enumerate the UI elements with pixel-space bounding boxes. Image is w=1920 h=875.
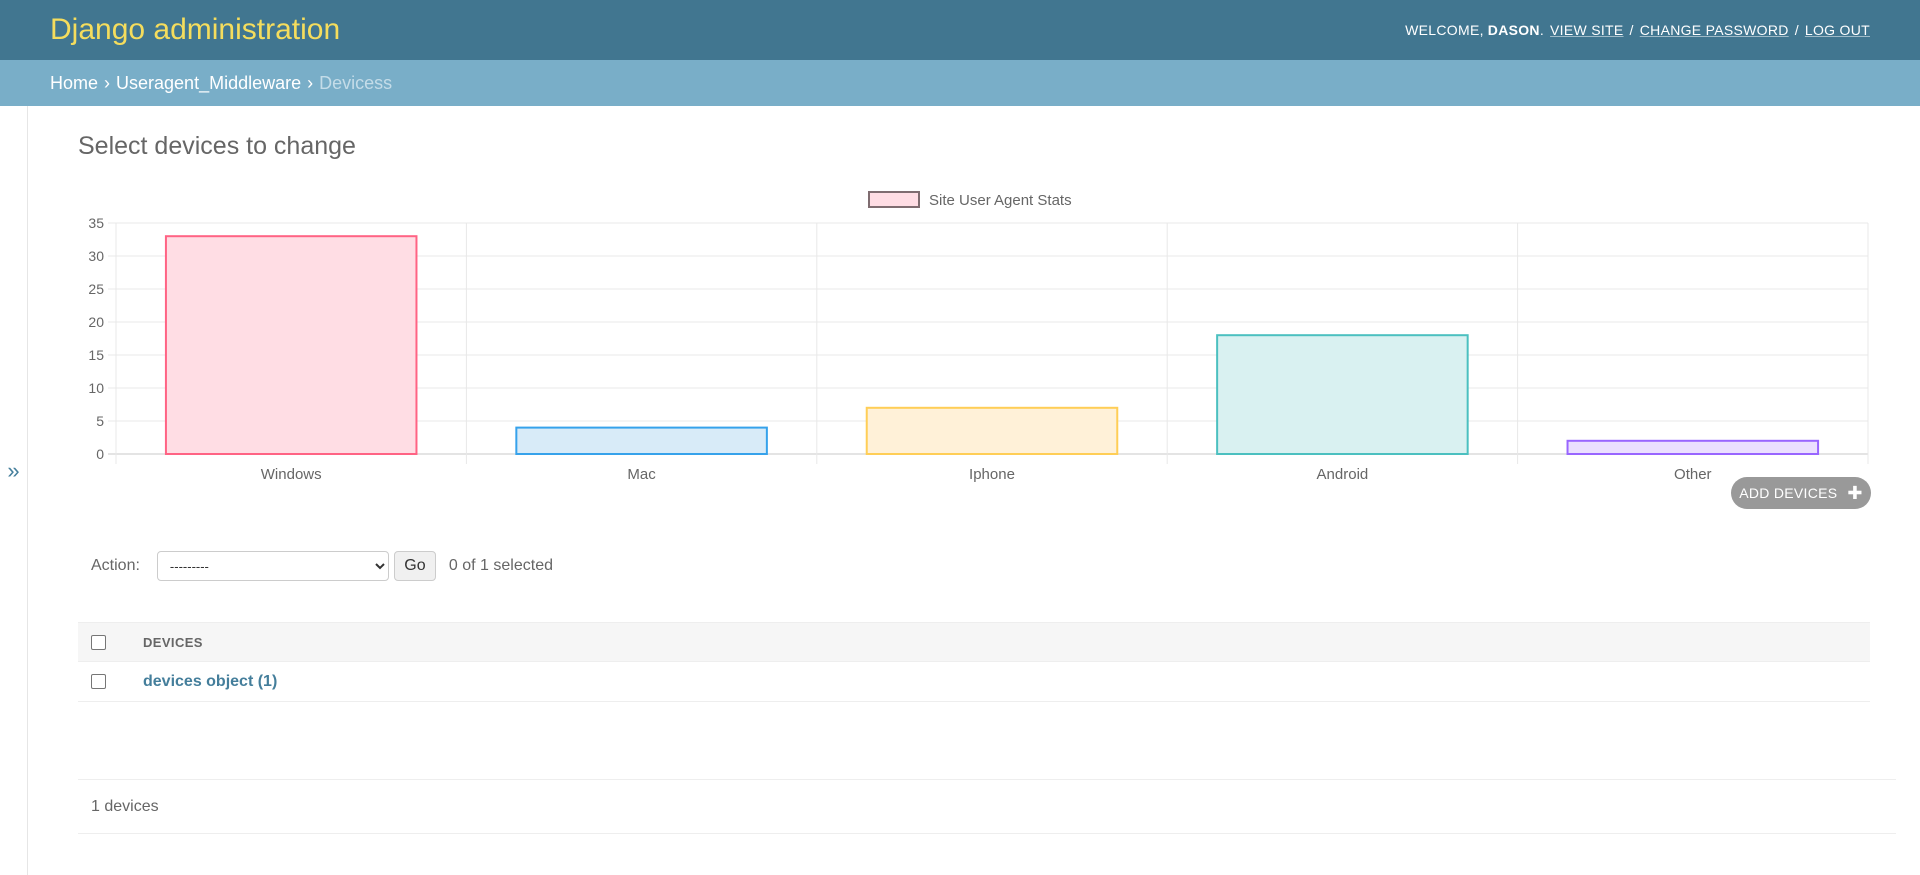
bar-android [1216,334,1469,455]
chart: 0 5 10 15 20 25 30 35 Windows Mac Iphone Android Oth… [78,186,1870,511]
y-tick-label: 15 [88,347,104,363]
log-out-link[interactable]: LOG OUT [1805,22,1870,38]
y-tick-label: 30 [88,248,104,264]
y-tick-label: 0 [96,446,104,462]
x-tick-label: Iphone [969,466,1015,483]
table-header-row: DEVICES [78,622,1870,662]
go-button[interactable]: Go [393,551,436,581]
action-label: Action: [91,557,140,574]
plus-icon[interactable]: ✚ [1847,483,1862,504]
bar-chart: 0 5 10 15 20 25 30 35 Windows Mac Iphone Android Oth… [88,191,1869,483]
y-tick-label: 5 [96,413,104,429]
user-tools: WELCOME, DASON. VIEW SITE / CHANGE PASSW… [1405,22,1870,38]
object-link[interactable]: devices object (1) [143,673,277,690]
breadcrumb-home[interactable]: Home [50,73,98,94]
bar-other [1566,439,1820,456]
username: DASON [1487,22,1540,38]
breadcrumb-separator: › [307,72,314,93]
breadcrumb-separator: › [104,72,111,93]
result-count: 1 devices [91,797,159,815]
x-tick-label: Android [1317,466,1369,483]
row-checkbox-cell [78,661,143,702]
separator: / [1629,22,1634,38]
legend-swatch [868,191,920,208]
selected-count: 0 of 1 selected [448,557,553,574]
separator: / [1794,22,1799,38]
table-row: devices object (1) [78,661,1870,702]
main: » Select devices to change 0 5 10 15 20 25 30 3… [0,106,1920,875]
y-tick-label: 10 [88,380,104,396]
double-chevron-right-icon[interactable]: » [7,458,19,484]
select-all-cell [78,622,143,662]
breadcrumb-current: Devicess [319,72,393,93]
select-all-checkbox[interactable] [91,635,106,651]
y-tick-label: 20 [88,314,104,330]
add-devices-button[interactable]: ADD DEVICES ✚ [1731,477,1871,509]
site-name[interactable]: Django administration [50,13,340,47]
row-checkbox[interactable] [91,673,106,689]
x-tick-label: Windows [261,466,322,483]
bar-iphone [865,406,1119,456]
x-tick-label: Other [1674,466,1712,483]
add-devices-label[interactable]: ADD DEVICES [1739,485,1837,501]
welcome-text: WELCOME, [1405,22,1484,38]
x-tick-label: Mac [627,466,656,483]
header: Django administration WELCOME, DASON. VI… [0,0,1920,60]
paginator: 1 devices [78,779,1896,834]
actions-bar: Action: --------- Go 0 of 1 selected [78,551,1870,581]
action-select[interactable]: --------- [156,551,389,581]
view-site-link[interactable]: VIEW SITE [1550,22,1624,38]
y-tick-label: 25 [88,281,104,297]
bar-mac [515,426,768,456]
y-tick-label: 35 [88,215,104,231]
breadcrumb: Home › Useragent_Middleware › Devicess [0,60,1920,106]
legend-label: Site User Agent Stats [929,192,1072,209]
page-title: Select devices to change [78,132,356,160]
result-list: DEVICES devices object (1) [78,622,1870,702]
breadcrumb-app[interactable]: Useragent_Middleware [116,73,301,94]
column-header-devices[interactable]: DEVICES [143,622,1870,662]
nav-sidebar-toggle[interactable]: » [0,106,28,875]
row-object-cell: devices object (1) [143,661,1870,702]
bar-windows [164,235,418,456]
change-password-link[interactable]: CHANGE PASSWORD [1640,22,1789,38]
